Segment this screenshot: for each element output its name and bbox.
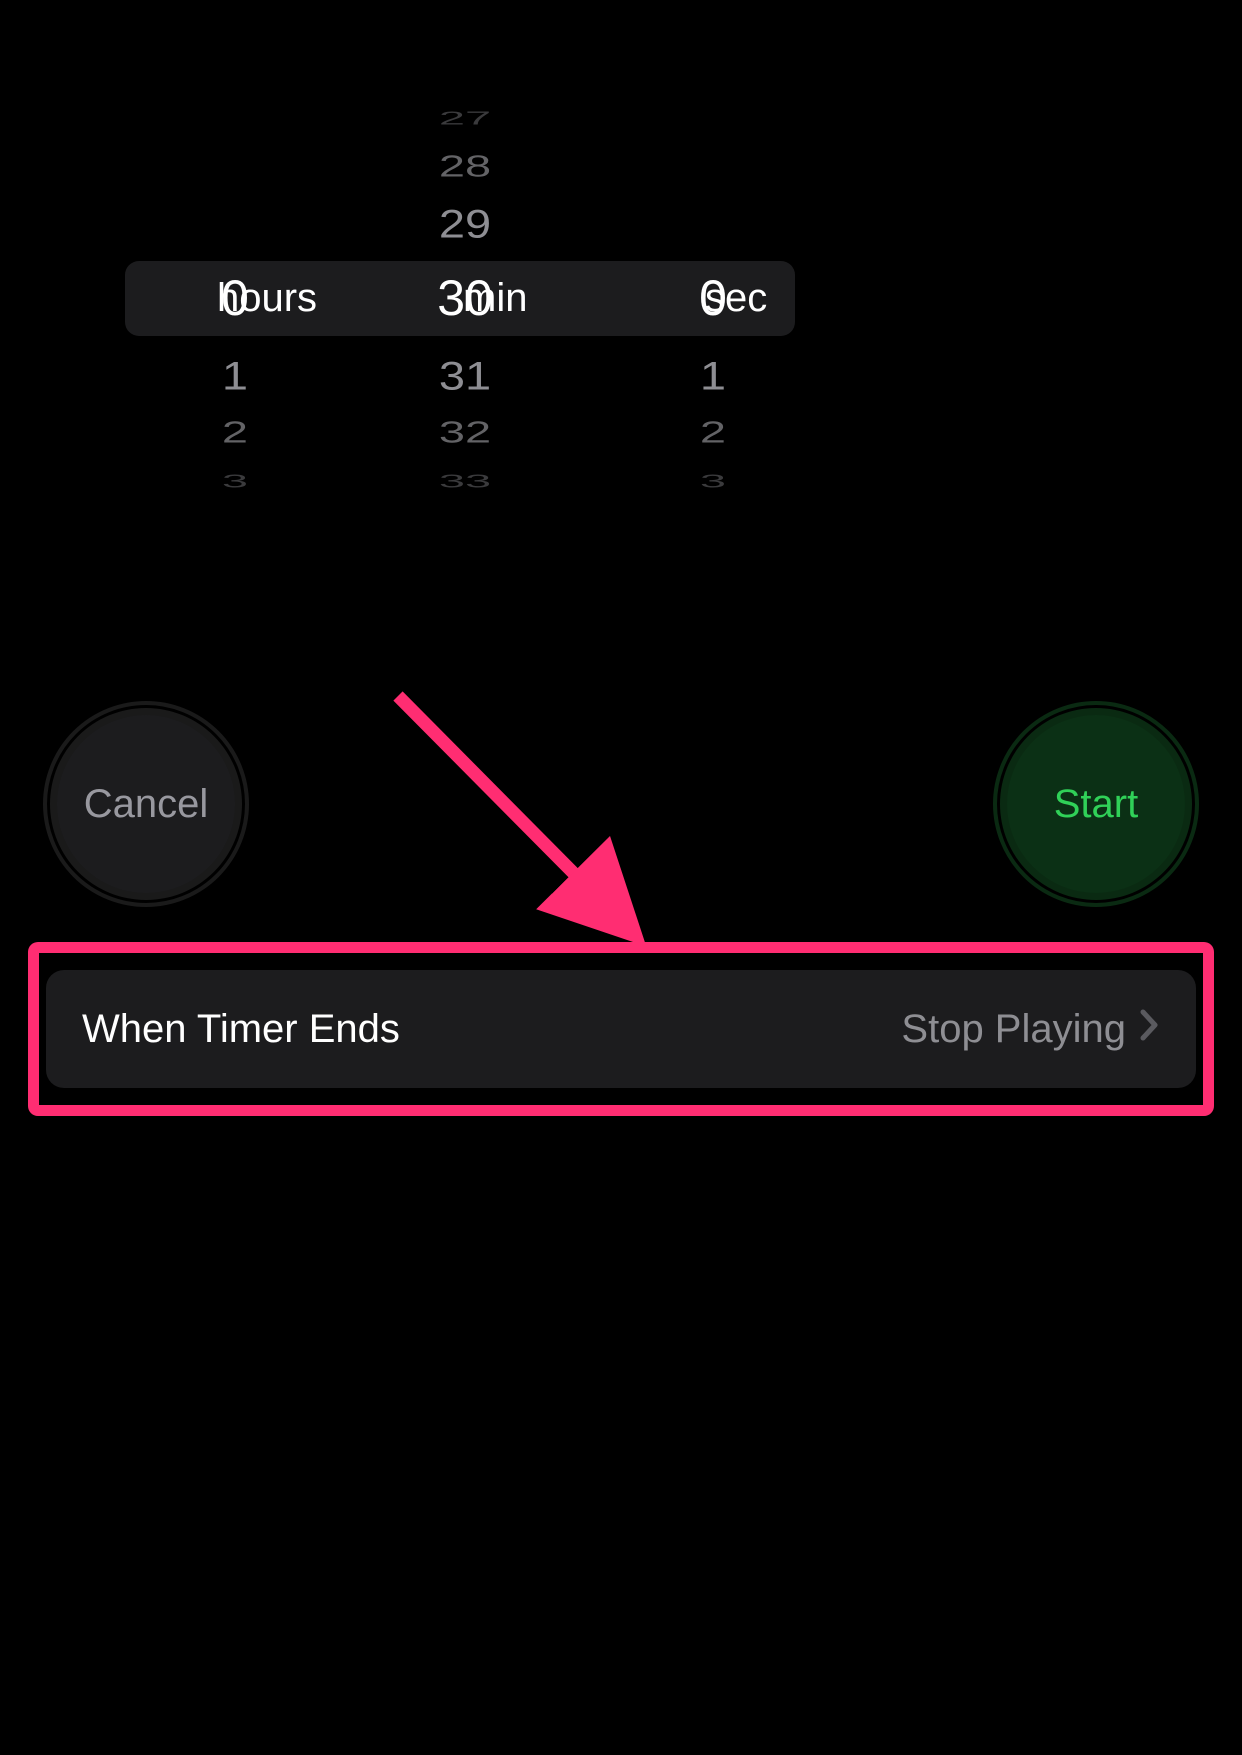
cancel-button[interactable]: Cancel	[50, 708, 242, 900]
picker-option: 2	[613, 413, 813, 451]
picker-option: 1	[125, 351, 345, 400]
start-button-label: Start	[1054, 782, 1138, 827]
when-timer-ends-value: Stop Playing	[901, 1007, 1126, 1052]
picker-option: 27	[365, 106, 565, 129]
picker-option: 3	[125, 469, 345, 492]
picker-option: 29	[365, 199, 565, 248]
when-timer-ends-row[interactable]: When Timer Ends Stop Playing	[46, 970, 1196, 1088]
picker-option: 33	[365, 469, 565, 492]
picker-option: 32	[365, 413, 565, 451]
picker-option: 2	[125, 413, 345, 451]
action-buttons-row: Cancel Start	[50, 708, 1192, 900]
minutes-label: min	[463, 261, 527, 336]
picker-option: 3	[613, 469, 813, 492]
cancel-button-label: Cancel	[84, 782, 209, 827]
when-timer-ends-label: When Timer Ends	[82, 1007, 901, 1052]
picker-option: 28	[365, 147, 565, 185]
hours-label: hours	[217, 261, 317, 336]
chevron-right-icon	[1140, 1008, 1160, 1050]
picker-option: 1	[613, 351, 813, 400]
seconds-label: sec	[705, 261, 767, 336]
time-picker[interactable]: 0 1 2 3 hours 27 28 29 30 31 32 33 min 0…	[125, 75, 1117, 505]
start-button[interactable]: Start	[1000, 708, 1192, 900]
picker-option: 31	[365, 351, 565, 400]
